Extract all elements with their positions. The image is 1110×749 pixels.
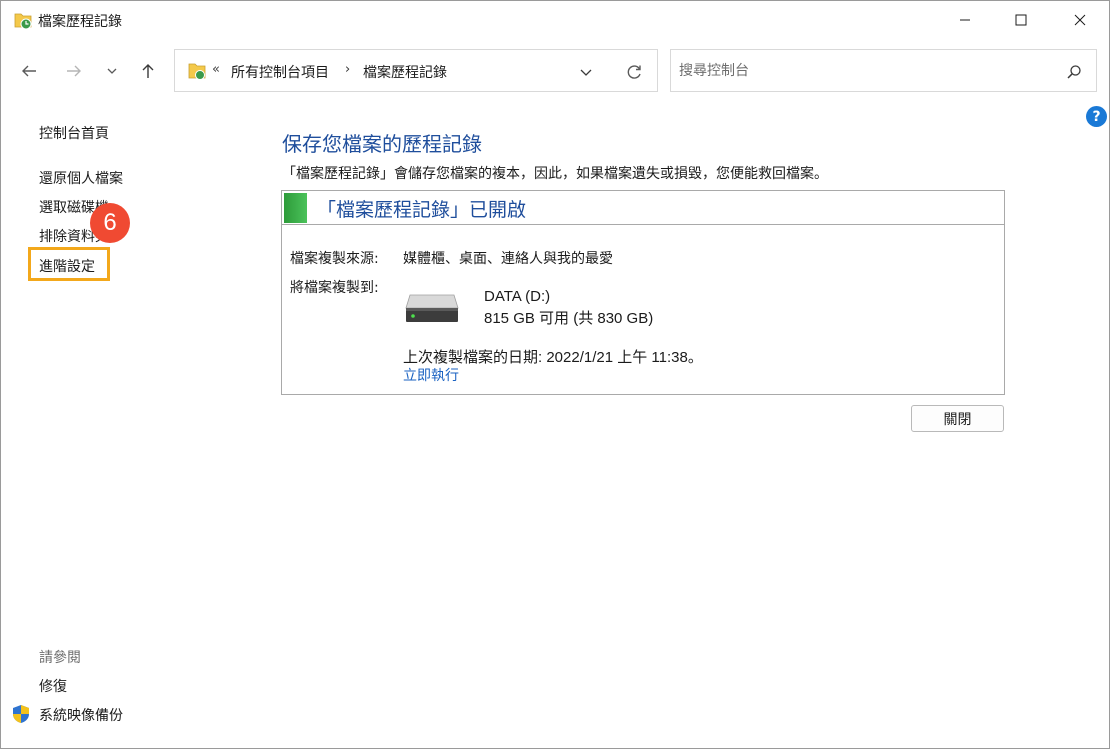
breadcrumb-overflow[interactable]: « (212, 62, 220, 77)
minimize-button[interactable] (936, 1, 994, 39)
see-also-heading: 請參閱 (39, 650, 81, 666)
up-arrow-icon (142, 64, 154, 78)
see-also-repair-link[interactable]: 修復 (39, 676, 67, 696)
close-icon (1074, 14, 1086, 26)
breadcrumb-separator[interactable]: › (345, 62, 350, 77)
help-icon[interactable]: ? (1086, 106, 1107, 127)
chevron-down-icon (107, 68, 117, 74)
chevron-down-icon (580, 69, 592, 76)
page-description: 「檔案歷程記錄」會儲存您檔案的複本，因此，如果檔案遺失或損毀，您便能救回檔案。 (282, 166, 828, 182)
last-copy-date: 上次複製檔案的日期: 2022/1/21 上午 11:38。 (403, 349, 703, 366)
maximize-button[interactable] (992, 1, 1050, 39)
run-now-link[interactable]: 立即執行 (403, 365, 459, 385)
forward-arrow-icon (67, 65, 81, 77)
copy-target-label: 將檔案複製到: (290, 280, 379, 296)
copy-source-value: 媒體櫃、桌面、連絡人與我的最愛 (403, 251, 613, 267)
file-history-window: 檔案歷程記錄 « 所有控制台項目 › 檔案歷程記錄 搜尋控制台 ? 控制台首頁 … (0, 0, 1110, 749)
status-indicator-bar (284, 193, 307, 223)
hard-drive-icon (404, 292, 460, 324)
sidebar-item-control-panel-home[interactable]: 控制台首頁 (39, 123, 109, 143)
breadcrumb-file-history[interactable]: 檔案歷程記錄 (363, 62, 447, 82)
status-header: 「檔案歷程記錄」已開啟 (282, 191, 1004, 225)
drive-name: DATA (D:) (484, 288, 551, 305)
refresh-button[interactable] (622, 60, 646, 84)
sidebar-item-restore-personal-files[interactable]: 還原個人檔案 (39, 168, 123, 188)
shield-icon (11, 704, 31, 724)
search-box[interactable] (670, 49, 1097, 92)
advanced-settings-highlight (28, 247, 110, 281)
file-history-status-panel: 「檔案歷程記錄」已開啟 檔案複製來源: 媒體櫃、桌面、連絡人與我的最愛 將檔案複… (281, 190, 1005, 395)
refresh-icon (627, 65, 641, 79)
back-arrow-icon (22, 65, 36, 77)
copy-source-label: 檔案複製來源: (290, 251, 379, 267)
file-history-icon (187, 60, 207, 82)
forward-button[interactable] (60, 57, 88, 85)
status-text: 「檔案歷程記錄」已開啟 (317, 199, 527, 221)
step-number-badge: 6 (90, 203, 130, 243)
up-button[interactable] (134, 57, 162, 85)
search-icon[interactable] (1063, 61, 1085, 83)
close-window-button[interactable] (1051, 1, 1109, 39)
close-button[interactable]: 關閉 (911, 405, 1004, 432)
window-title: 檔案歷程記錄 (38, 14, 122, 30)
page-title: 保存您檔案的歷程記錄 (282, 132, 482, 156)
see-also-system-image-backup-link[interactable]: 系統映像備份 (39, 705, 123, 725)
address-bar[interactable]: « 所有控制台項目 › 檔案歷程記錄 (174, 49, 658, 92)
minimize-icon (960, 19, 970, 21)
recent-locations-button[interactable] (98, 57, 126, 85)
search-input[interactable] (679, 60, 1049, 82)
file-history-icon (12, 9, 34, 31)
breadcrumb-all-control-panel-items[interactable]: 所有控制台項目 (231, 62, 329, 82)
drive-free-space: 815 GB 可用 (共 830 GB) (484, 310, 654, 327)
back-button[interactable] (15, 57, 43, 85)
maximize-icon (1015, 14, 1027, 26)
title-bar: 檔案歷程記錄 (1, 1, 1109, 39)
address-dropdown-button[interactable] (575, 61, 597, 83)
